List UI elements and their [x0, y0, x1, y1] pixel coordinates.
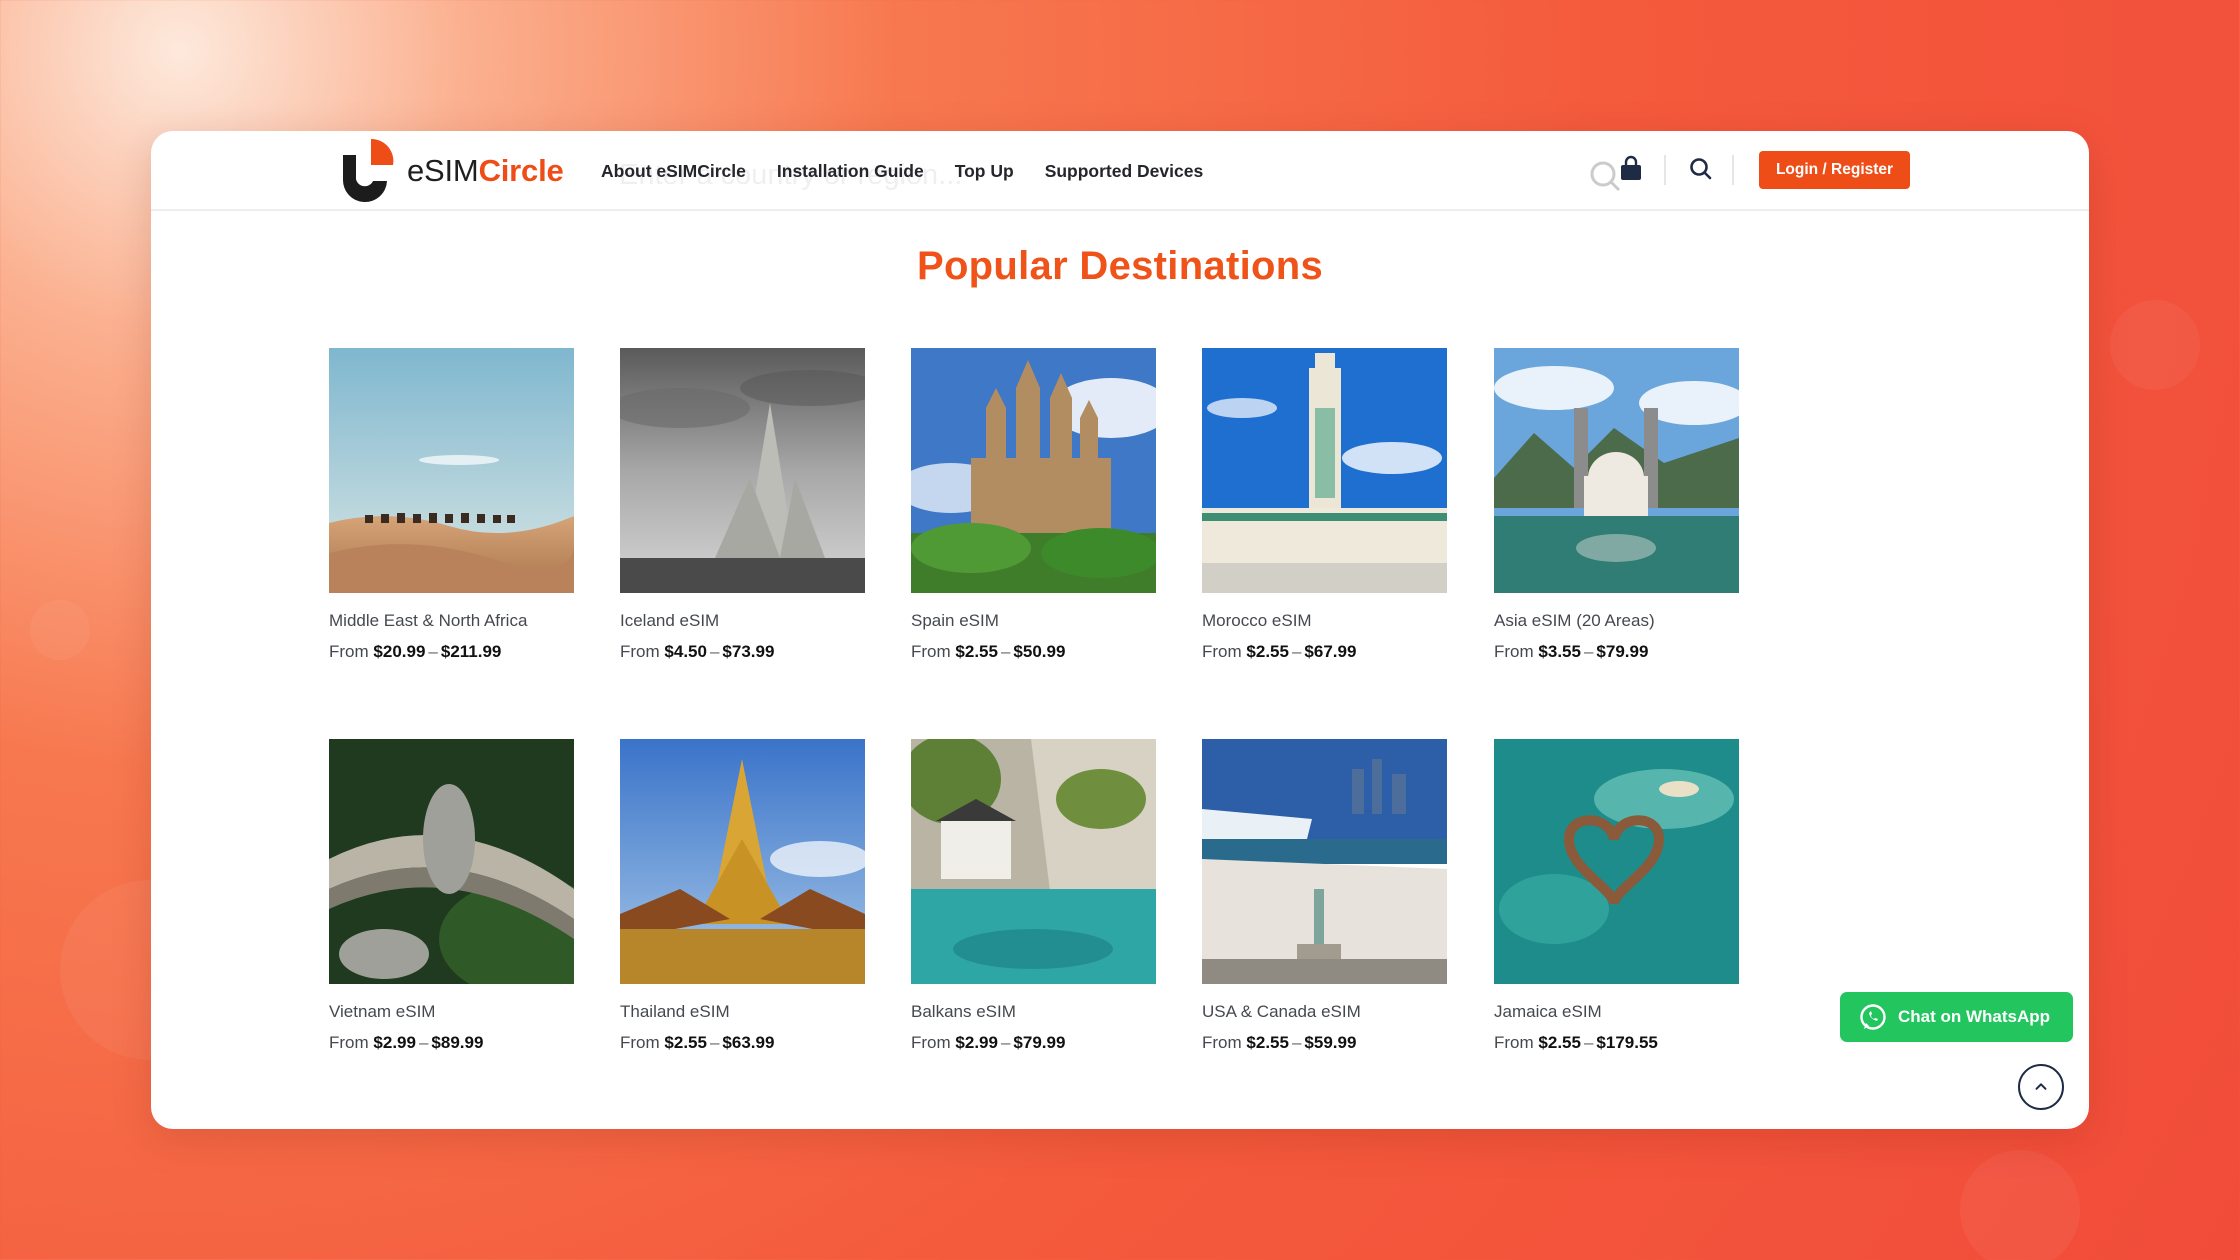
site-header: eSIMCircle Enter a country or region... …: [151, 131, 2089, 211]
product-card[interactable]: Morocco eSIM From $2.55– $67.99: [1202, 348, 1447, 662]
cart-bag-icon[interactable]: [1618, 155, 1644, 183]
section-title: Popular Destinations: [916, 244, 1324, 288]
whatsapp-icon: [1860, 1004, 1886, 1030]
nav-top-up[interactable]: Top Up: [955, 161, 1014, 182]
product-card[interactable]: Asia eSIM (20 Areas) From $3.55– $79.99: [1494, 348, 1739, 662]
product-card[interactable]: Thailand eSIM From $2.55– $63.99: [620, 739, 865, 1053]
whatsapp-chat-button[interactable]: Chat on WhatsApp: [1840, 992, 2073, 1042]
product-name[interactable]: Asia eSIM (20 Areas): [1494, 611, 1739, 631]
header-divider: [1732, 155, 1734, 185]
product-image-niagara-liberty[interactable]: [1202, 739, 1447, 984]
esim-circle-logo-icon: [342, 138, 394, 203]
product-image-asia-landmarks[interactable]: [1494, 348, 1739, 593]
nav-about[interactable]: About eSIMCircle: [601, 161, 746, 182]
main-card: eSIMCircle Enter a country or region... …: [151, 131, 2089, 1129]
product-price: From $2.55– $179.55: [1494, 1033, 1658, 1052]
product-price: From $2.55– $67.99: [1202, 642, 1357, 661]
product-price: From $4.50– $73.99: [620, 642, 775, 661]
logo-text: eSIMCircle: [407, 153, 564, 188]
product-price: From $3.55– $79.99: [1494, 642, 1649, 661]
product-price: From $20.99– $211.99: [329, 642, 502, 661]
product-image-hassan-mosque[interactable]: [1202, 348, 1447, 593]
product-image-overwater-bungalows[interactable]: [1494, 739, 1739, 984]
product-image-cliff-river-house[interactable]: [911, 739, 1156, 984]
product-name[interactable]: Balkans eSIM: [911, 1002, 1156, 1022]
product-image-desert-camels[interactable]: [329, 348, 574, 593]
product-price: From $2.55– $63.99: [620, 1033, 775, 1052]
product-card[interactable]: Iceland eSIM From $4.50– $73.99: [620, 348, 865, 662]
nav-supported-devices[interactable]: Supported Devices: [1045, 161, 1204, 182]
search-ghost-icon: [1590, 161, 1621, 192]
whatsapp-label: Chat on WhatsApp: [1898, 1007, 2051, 1026]
product-card[interactable]: Spain eSIM From $2.55– $50.99: [911, 348, 1156, 662]
product-image-hallgrimskirkja[interactable]: [620, 348, 865, 593]
product-price: From $2.99– $89.99: [329, 1033, 484, 1052]
product-card[interactable]: Balkans eSIM From $2.99– $79.99: [911, 739, 1156, 1053]
product-grid: Middle East & North Africa From $20.99– $…: [329, 348, 1749, 1068]
product-card[interactable]: USA & Canada eSIM From $2.55– $59.99: [1202, 739, 1447, 1053]
search-icon[interactable]: [1688, 156, 1714, 182]
product-card[interactable]: Middle East & North Africa From $20.99– $…: [329, 348, 574, 662]
chevron-up-icon: [2035, 1083, 2047, 1090]
product-card[interactable]: Jamaica eSIM From $2.55– $179.55: [1494, 739, 1739, 1053]
main-nav: About eSIMCircle Installation Guide Top …: [601, 131, 1234, 211]
product-price: From $2.55– $59.99: [1202, 1033, 1357, 1052]
product-name[interactable]: Vietnam eSIM: [329, 1002, 574, 1022]
product-image-sagrada-familia[interactable]: [911, 348, 1156, 593]
product-name[interactable]: Spain eSIM: [911, 611, 1156, 631]
product-price: From $2.55– $50.99: [911, 642, 1066, 661]
product-name[interactable]: Middle East & North Africa: [329, 611, 574, 631]
product-name[interactable]: Morocco eSIM: [1202, 611, 1447, 631]
product-image-golden-bridge[interactable]: [329, 739, 574, 984]
product-price: From $2.99– $79.99: [911, 1033, 1066, 1052]
product-name[interactable]: Thailand eSIM: [620, 1002, 865, 1022]
scroll-to-top-button[interactable]: [2018, 1064, 2064, 1110]
product-image-golden-pagoda[interactable]: [620, 739, 865, 984]
product-name[interactable]: USA & Canada eSIM: [1202, 1002, 1447, 1022]
product-name[interactable]: Jamaica eSIM: [1494, 1002, 1739, 1022]
product-card[interactable]: Vietnam eSIM From $2.99– $89.99: [329, 739, 574, 1053]
login-register-button[interactable]: Login / Register: [1759, 151, 1910, 189]
product-name[interactable]: Iceland eSIM: [620, 611, 865, 631]
nav-installation-guide[interactable]: Installation Guide: [777, 161, 924, 182]
header-divider: [1664, 155, 1666, 185]
logo[interactable]: eSIMCircle: [329, 135, 564, 207]
